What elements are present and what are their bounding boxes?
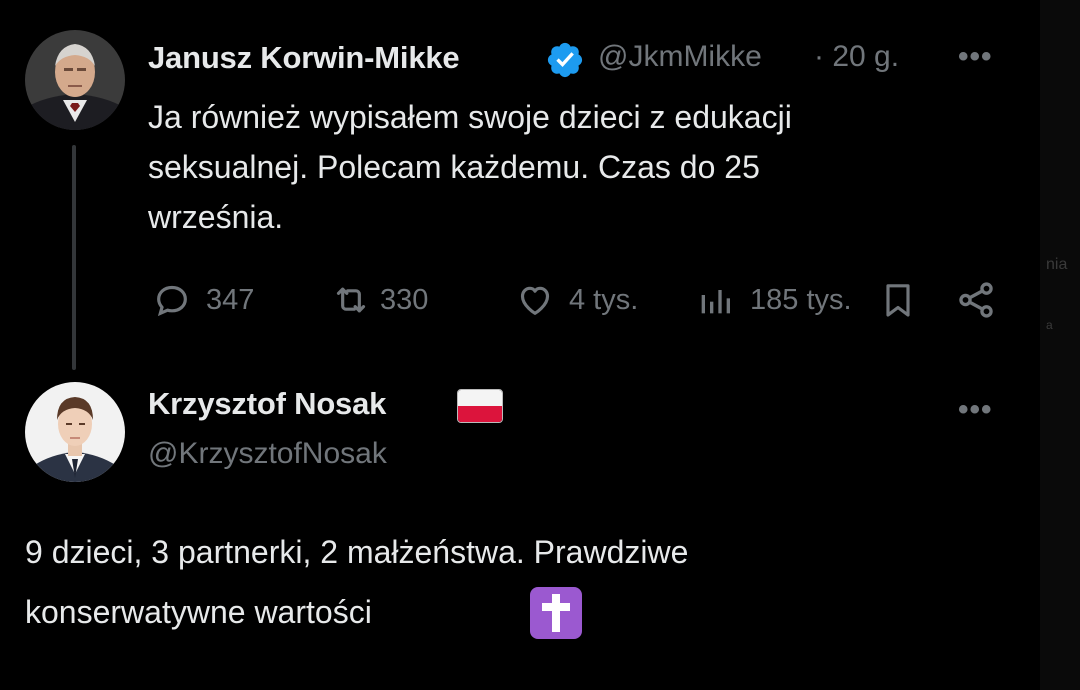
- more-options-icon[interactable]: •••: [958, 40, 993, 74]
- bookmark-icon: [886, 284, 910, 317]
- more-options-icon[interactable]: •••: [958, 393, 993, 427]
- tweet-timestamp[interactable]: · 20 g.: [814, 40, 899, 74]
- avatar-nosak[interactable]: [25, 382, 125, 482]
- verified-badge-icon: [547, 42, 583, 78]
- tweet-text-line: września.: [148, 199, 284, 235]
- author-name[interactable]: Janusz Korwin-Mikke: [148, 40, 460, 76]
- repost-icon: [336, 287, 366, 313]
- tweet-text-line: seksualnej. Polecam każdemu. Czas do 25: [148, 149, 760, 185]
- share-icon: [959, 282, 993, 318]
- author-name[interactable]: Krzysztof Nosak: [148, 386, 386, 422]
- poland-flag-icon: [457, 389, 503, 423]
- reply-button[interactable]: 347: [152, 278, 254, 322]
- edge-text-fragment: a: [1046, 318, 1053, 332]
- tweet-text-line: konserwatywne wartości: [25, 594, 372, 630]
- thread-connector-line: [72, 145, 76, 370]
- tweet-text-line: 9 dzieci, 3 partnerki, 2 małżeństwa. Pra…: [25, 534, 689, 570]
- views-bar-chart-icon: [701, 290, 730, 314]
- avatar-korwin-mikke[interactable]: [25, 30, 125, 130]
- reply-count: 347: [206, 283, 255, 316]
- repost-button[interactable]: 330: [330, 278, 428, 322]
- bookmark-button[interactable]: [878, 278, 918, 322]
- author-handle[interactable]: @KrzysztofNosak: [148, 437, 387, 471]
- like-count: 4 tys.: [569, 283, 639, 316]
- heart-icon: [520, 286, 550, 315]
- author-handle[interactable]: @JkmMikke: [598, 40, 762, 74]
- edge-text-fragment: nia: [1046, 256, 1068, 273]
- views-button[interactable]: 185 tys.: [694, 278, 852, 322]
- right-edge-strip: [1040, 0, 1080, 690]
- tweet-text-line: Ja również wypisałem swoje dzieci z eduk…: [148, 99, 792, 135]
- share-button[interactable]: [955, 278, 997, 322]
- view-count: 185 tys.: [750, 283, 852, 316]
- reply-icon: [157, 285, 187, 317]
- latin-cross-emoji-icon: [530, 587, 582, 639]
- screenshot-stage: nia a Janusz Korwin-Mikke @JkmMikke · 20…: [0, 0, 1080, 690]
- repost-count: 330: [380, 283, 429, 316]
- like-button[interactable]: 4 tys.: [515, 278, 638, 322]
